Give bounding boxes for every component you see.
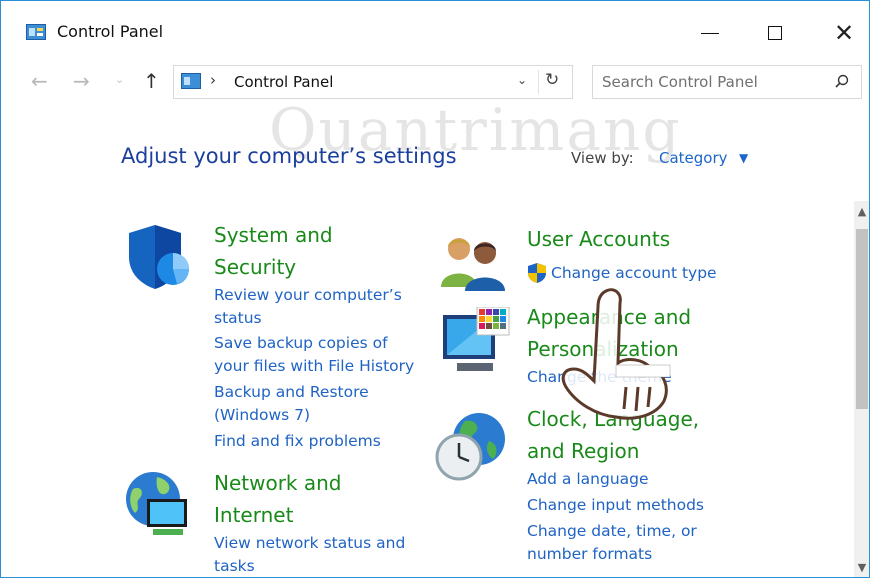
task-add-a-language[interactable]: Add a language [527,468,649,491]
task-line[interactable]: Backup and Restore [214,381,369,404]
category-user-accounts[interactable]: User Accounts [527,223,670,255]
address-divider [538,70,539,94]
view-by-label: View by: [571,149,634,167]
task-change-date-time-formats[interactable]: Change date, time, or number formats [527,520,697,566]
breadcrumb-separator-icon[interactable]: › [210,71,216,89]
category-system-and-security[interactable]: System and Security [214,219,333,283]
network-globe-icon[interactable] [123,469,195,539]
address-dropdown-chevron-icon[interactable]: ⌄ [517,73,527,87]
search-input[interactable] [602,73,822,91]
address-bar[interactable]: › Control Panel ⌄ ↻ [173,65,573,99]
uac-shield-icon [528,263,546,283]
clock-globe-icon[interactable] [435,411,507,481]
category-title-line[interactable]: User Accounts [527,223,670,255]
task-find-and-fix-problems[interactable]: Find and fix problems [214,430,381,453]
page-title: Adjust your computer’s settings [121,144,457,168]
task-backup-and-restore[interactable]: Backup and Restore (Windows 7) [214,381,369,427]
forward-arrow-icon[interactable]: → [73,69,90,93]
scrollbar-thumb[interactable] [856,229,868,409]
task-line[interactable]: Change date, time, or [527,520,697,543]
control-panel-window: Control Panel ✕ ← → ⌄ ↑ › Control Panel … [0,0,870,578]
category-title-line[interactable]: Network and [214,467,342,499]
task-review-computer-status[interactable]: Review your computer’s status [214,284,402,330]
scroll-up-arrow-icon[interactable]: ▲ [854,205,869,218]
task-file-history[interactable]: Save backup copies of your files with Fi… [214,332,414,378]
task-line[interactable]: Change input methods [527,494,704,517]
minimize-icon [701,32,719,34]
scroll-down-arrow-icon[interactable]: ▼ [854,561,869,574]
breadcrumb-control-panel[interactable]: Control Panel [234,73,333,91]
vertical-scrollbar[interactable]: ▲ ▼ [854,201,869,577]
view-by-dropdown-arrow-icon[interactable]: ▼ [739,151,748,165]
back-arrow-icon[interactable]: ← [31,69,48,93]
shield-icon[interactable] [125,223,191,291]
category-title-line[interactable]: Security [214,251,333,283]
task-line[interactable]: Add a language [527,468,649,491]
category-title-line[interactable]: System and [214,219,333,251]
task-change-input-methods[interactable]: Change input methods [527,494,704,517]
task-line[interactable]: Change account type [551,262,717,285]
task-change-account-type[interactable]: Change account type [551,262,717,285]
window-title: Control Panel [57,22,164,41]
hand-pointer-icon [561,288,671,420]
category-network-and-internet[interactable]: Network and Internet [214,467,342,531]
up-arrow-icon[interactable]: ↑ [143,69,160,93]
control-panel-address-icon [181,73,201,89]
task-line[interactable]: View network status and [214,532,405,555]
refresh-icon[interactable]: ↻ [545,70,559,90]
monitor-palette-icon[interactable] [441,307,511,375]
task-line[interactable]: tasks [214,555,405,577]
close-icon: ✕ [833,19,855,47]
maximize-button[interactable] [752,15,798,51]
search-box[interactable] [592,65,862,99]
task-view-network-status[interactable]: View network status and tasks [214,532,405,577]
title-bar: Control Panel ✕ [1,1,869,61]
control-panel-app-icon [26,24,46,40]
task-line[interactable]: your files with File History [214,355,414,378]
task-line[interactable]: number formats [527,543,697,566]
close-button[interactable]: ✕ [821,15,867,51]
search-icon[interactable] [835,74,849,88]
maximize-icon [768,26,782,40]
minimize-button[interactable] [687,15,733,51]
task-line[interactable]: Save backup copies of [214,332,414,355]
task-line[interactable]: Find and fix problems [214,430,381,453]
users-icon[interactable] [439,235,507,291]
category-title-line[interactable]: Internet [214,499,342,531]
task-line[interactable]: (Windows 7) [214,404,369,427]
task-line[interactable]: status [214,307,402,330]
view-by-category-link[interactable]: Category [659,149,728,167]
recent-locations-chevron-icon[interactable]: ⌄ [115,73,124,86]
category-title-line[interactable]: and Region [527,435,699,467]
navigation-bar: ← → ⌄ ↑ › Control Panel ⌄ ↻ [1,65,869,101]
task-line[interactable]: Review your computer’s [214,284,402,307]
